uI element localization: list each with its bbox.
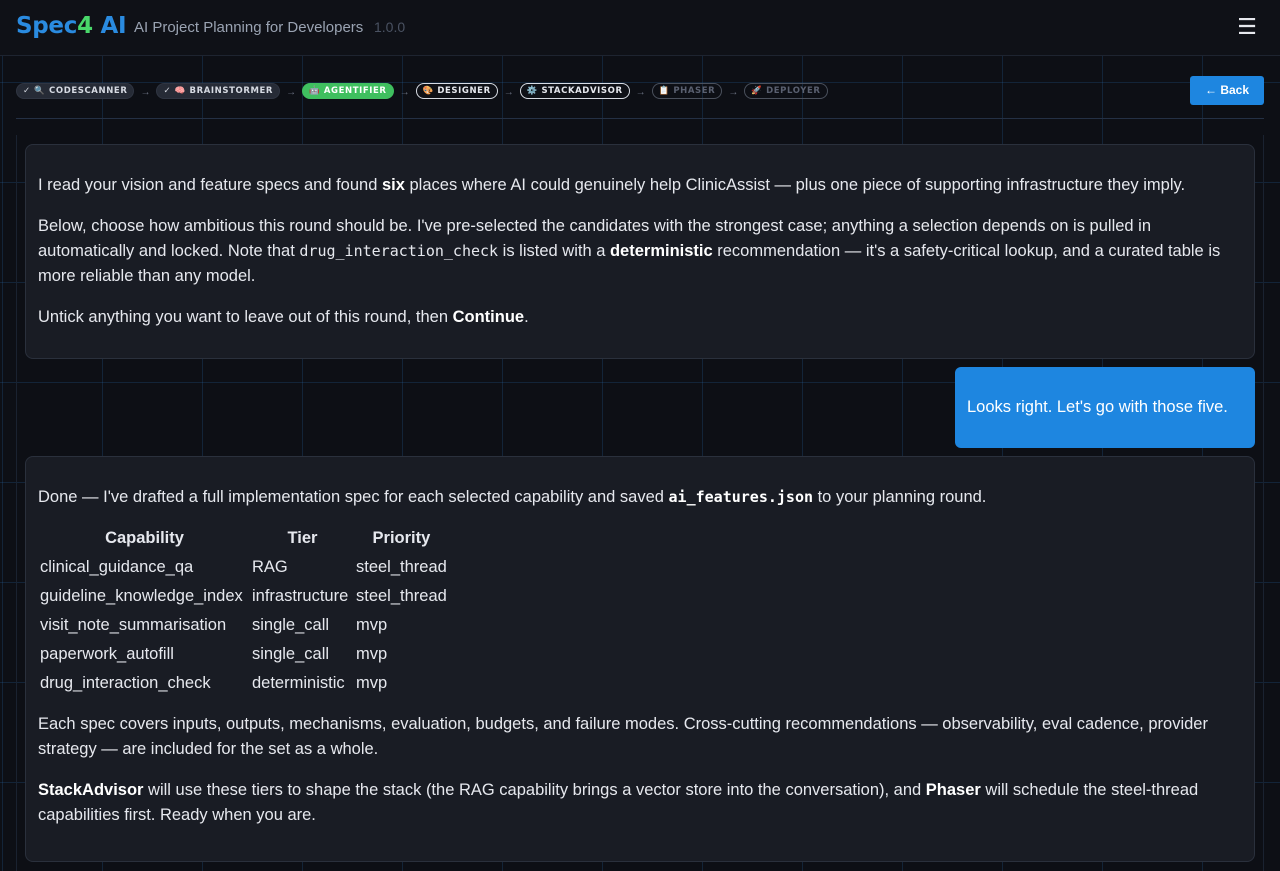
app-header: Spec4 AI AI Project Planning for Develop…: [0, 0, 1280, 56]
app-version: 1.0.0: [374, 19, 406, 35]
message-paragraph: Done — I've drafted a full implementatio…: [38, 488, 987, 506]
cell-capability: paperwork_autofill: [40, 645, 174, 663]
user-message: Looks right. Let's go with those five.: [955, 367, 1255, 448]
hamburger-menu-icon[interactable]: ☰: [1234, 14, 1260, 40]
inline-code: ai_features.json: [668, 488, 814, 506]
pipeline-bar: ✓ 🔍 CODESCANNER → ✓ 🧠 BRAINSTORMER → 🤖 A…: [16, 76, 1264, 119]
step-arrow-icon: →: [503, 87, 514, 98]
cell-priority: mvp: [356, 616, 388, 634]
step-codescanner[interactable]: ✓ 🔍 CODESCANNER: [16, 83, 135, 99]
step-stackadvisor[interactable]: ⚙️ STACKADVISOR: [519, 83, 630, 99]
pipeline-steps: ✓ 🔍 CODESCANNER → ✓ 🧠 BRAINSTORMER → 🤖 A…: [16, 83, 828, 99]
inline-code: drug_interaction_check: [299, 242, 499, 260]
cell-priority: steel_thread: [356, 558, 447, 576]
cell-capability: drug_interaction_check: [40, 674, 211, 692]
step-phaser: 📋 PHASER: [651, 83, 723, 99]
column-header-tier: Tier: [287, 529, 318, 547]
table-row: visit_note_summarisation single_call mvp: [40, 613, 447, 638]
back-button[interactable]: ← Back: [1190, 76, 1264, 105]
cell-priority: mvp: [356, 674, 388, 692]
message-paragraph: Below, choose how ambitious this round s…: [38, 217, 1221, 285]
cell-tier: single_call: [252, 645, 330, 663]
table-row: clinical_guidance_qa RAG steel_thread: [40, 555, 447, 580]
app-logo[interactable]: Spec4 AI: [16, 13, 127, 39]
cell-priority: mvp: [356, 645, 388, 663]
table-row: paperwork_autofill single_call mvp: [40, 642, 447, 667]
table-row: drug_interaction_check deterministic mvp: [40, 671, 447, 696]
message-paragraph: I read your vision and feature specs and…: [38, 176, 1186, 194]
table-row: guideline_knowledge_index infrastructure…: [40, 584, 447, 609]
column-header-capability: Capability: [105, 529, 184, 547]
message-paragraph: StackAdvisor will use these tiers to sha…: [38, 781, 1199, 824]
assistant-message: Done — I've drafted a full implementatio…: [25, 456, 1255, 862]
step-arrow-icon: →: [399, 87, 410, 98]
message-paragraph: Each spec covers inputs, outputs, mechan…: [38, 715, 1208, 758]
step-arrow-icon: →: [728, 87, 739, 98]
cell-tier: RAG: [252, 558, 288, 576]
cell-tier: infrastructure: [252, 587, 349, 605]
cell-priority: steel_thread: [356, 587, 447, 605]
step-deployer: 🚀 DEPLOYER: [744, 83, 828, 99]
step-brainstormer[interactable]: ✓ 🧠 BRAINSTORMER: [156, 83, 281, 99]
capabilities-table: Capability Tier Priority clinical_guidan…: [37, 522, 450, 700]
cell-capability: guideline_knowledge_index: [40, 587, 243, 605]
app-tagline: AI Project Planning for Developers: [134, 19, 364, 36]
step-designer[interactable]: 🎨 DESIGNER: [415, 83, 498, 99]
step-agentifier[interactable]: 🤖 AGENTIFIER: [302, 83, 394, 99]
step-arrow-icon: →: [635, 87, 646, 98]
cell-capability: clinical_guidance_qa: [40, 558, 194, 576]
table-header-row: Capability Tier Priority: [40, 526, 447, 551]
message-paragraph: Untick anything you want to leave out of…: [38, 308, 529, 326]
step-arrow-icon: →: [286, 87, 297, 98]
step-arrow-icon: →: [140, 87, 151, 98]
cell-tier: single_call: [252, 616, 330, 634]
assistant-message: I read your vision and feature specs and…: [25, 144, 1255, 359]
cell-tier: deterministic: [252, 674, 345, 692]
column-header-priority: Priority: [372, 529, 431, 547]
cell-capability: visit_note_summarisation: [40, 616, 227, 634]
